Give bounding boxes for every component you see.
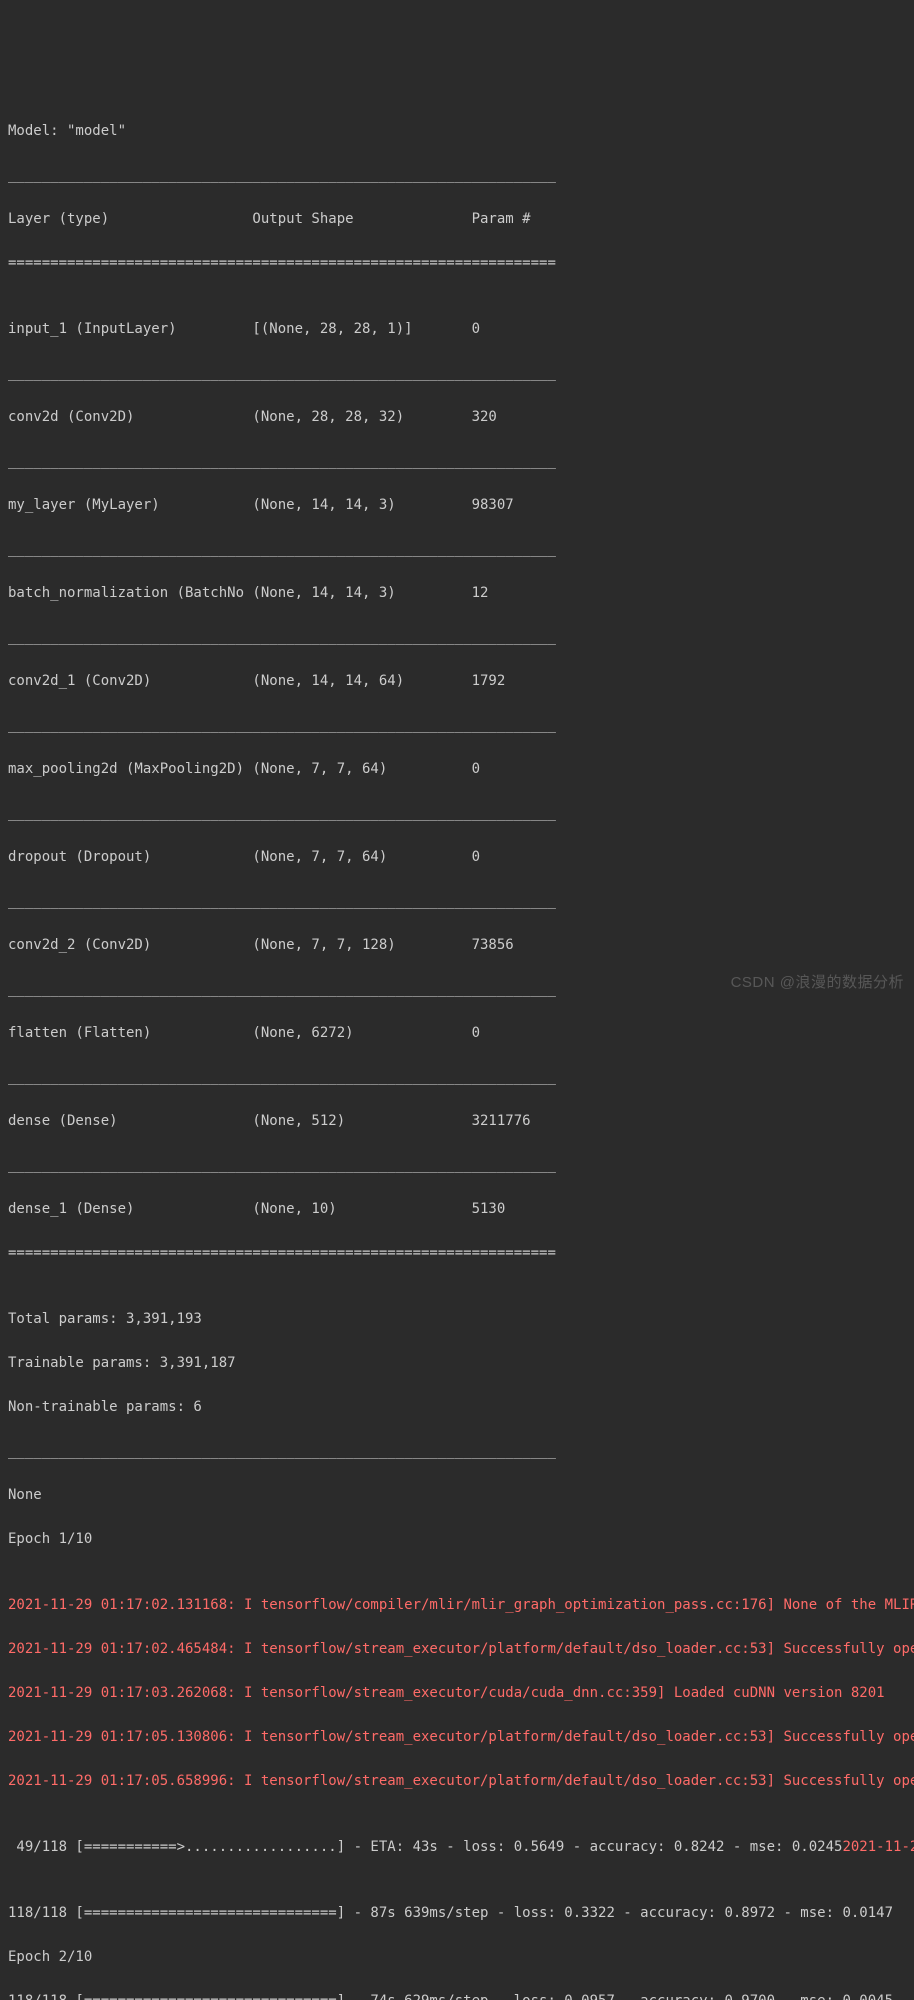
separator-underscore: ________________________________________…	[8, 164, 906, 186]
separator-underscore: ________________________________________…	[8, 714, 906, 736]
separator-underscore: ________________________________________…	[8, 626, 906, 648]
model-name-line: Model: "model"	[8, 120, 906, 142]
separator-underscore: ________________________________________…	[8, 362, 906, 384]
non-trainable-params: Non-trainable params: 6	[8, 1396, 906, 1418]
separator-underscore: ________________________________________…	[8, 1440, 906, 1462]
layer-row: conv2d_1 (Conv2D)(None, 14, 14, 64)1792	[8, 670, 906, 692]
layer-row: flatten (Flatten)(None, 6272)0	[8, 1022, 906, 1044]
layer-row: input_1 (InputLayer)[(None, 28, 28, 1)]0	[8, 318, 906, 340]
separator-underscore: ________________________________________…	[8, 890, 906, 912]
epoch-line: Epoch 2/10	[8, 1946, 906, 1968]
separator-underscore: ________________________________________…	[8, 538, 906, 560]
separator-underscore: ________________________________________…	[8, 1154, 906, 1176]
separator-equals: ========================================…	[8, 252, 906, 274]
layer-row: max_pooling2d (MaxPooling2D)(None, 7, 7,…	[8, 758, 906, 780]
layer-row: conv2d (Conv2D)(None, 28, 28, 32)320	[8, 406, 906, 428]
log-line-info: 2021-11-29 01:17:02.131168: I tensorflow…	[8, 1594, 906, 1616]
watermark: CSDN @浪漫的数据分析	[731, 972, 904, 994]
log-line-info: 2021-11-29 01:17:05.130806: I tensorflow…	[8, 1726, 906, 1748]
separator-underscore: ________________________________________…	[8, 802, 906, 824]
summary-header: Layer (type)Output ShapeParam #	[8, 208, 906, 230]
header-layer: Layer (type)	[8, 208, 252, 230]
none-line: None	[8, 1484, 906, 1506]
log-line-info: 2021-11-29 01:17:03.262068: I tensorflow…	[8, 1682, 906, 1704]
terminal-output: Model: "model" _________________________…	[8, 98, 906, 2000]
layer-row: dropout (Dropout)(None, 7, 7, 64)0	[8, 846, 906, 868]
separator-underscore: ________________________________________…	[8, 1066, 906, 1088]
header-param: Param #	[472, 208, 531, 230]
layer-row: batch_normalization (BatchNo(None, 14, 1…	[8, 582, 906, 604]
trainable-params: Trainable params: 3,391,187	[8, 1352, 906, 1374]
layer-row: dense_1 (Dense)(None, 10)5130	[8, 1198, 906, 1220]
total-params: Total params: 3,391,193	[8, 1308, 906, 1330]
progress-line: 49/118 [===========>..................] …	[8, 1836, 906, 1858]
train-line: 118/118 [==============================]…	[8, 1902, 906, 1924]
log-line-info: 2021-11-29 01:17:02.465484: I tensorflow…	[8, 1638, 906, 1660]
layer-row: dense (Dense)(None, 512)3211776	[8, 1110, 906, 1132]
header-output: Output Shape	[252, 208, 471, 230]
layer-row: conv2d_2 (Conv2D)(None, 7, 7, 128)73856	[8, 934, 906, 956]
layer-row: my_layer (MyLayer)(None, 14, 14, 3)98307	[8, 494, 906, 516]
log-line-info: 2021-11-29 01:17:05.658996: I tensorflow…	[8, 1770, 906, 1792]
separator-underscore: ________________________________________…	[8, 450, 906, 472]
train-line: 118/118 [==============================]…	[8, 1990, 906, 2000]
epoch-line: Epoch 1/10	[8, 1528, 906, 1550]
separator-equals: ========================================…	[8, 1242, 906, 1264]
